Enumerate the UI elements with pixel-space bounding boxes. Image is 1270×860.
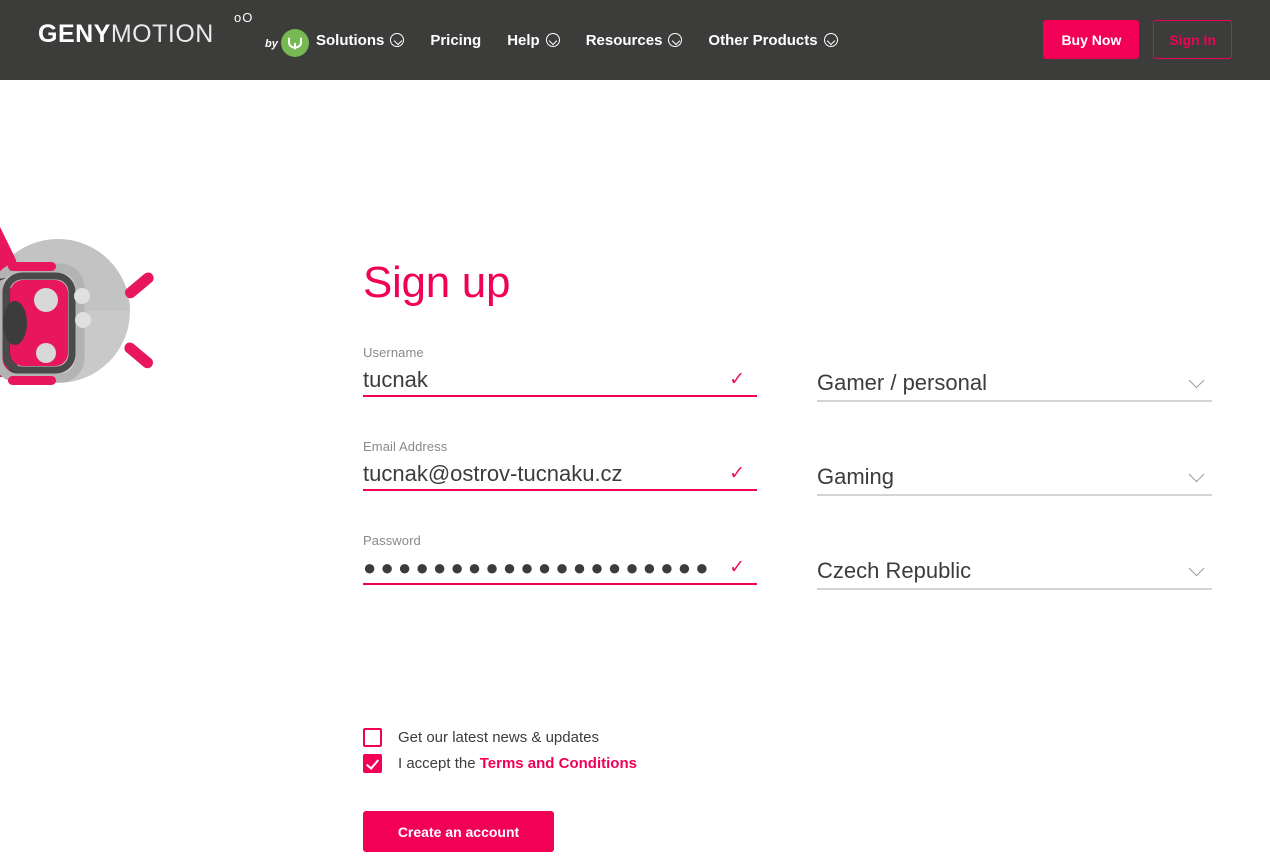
newsletter-label: Get our latest news & updates [398, 729, 599, 746]
account-type-select-group: Gamer / personal [817, 366, 1212, 402]
terms-checkbox[interactable] [363, 754, 382, 773]
account-type-select[interactable]: Gamer / personal [817, 366, 1212, 402]
genymobile-bull-icon [281, 29, 309, 57]
logo-by-label: by [265, 38, 278, 50]
newsletter-checkbox-row[interactable]: Get our latest news & updates [363, 728, 637, 747]
chevron-down-circle-icon [545, 33, 560, 47]
nav-label-help: Help [507, 31, 540, 49]
create-account-button[interactable]: Create an account [363, 811, 554, 852]
valid-check-icon: ✓ [729, 462, 745, 484]
buy-now-button[interactable]: Buy Now [1043, 20, 1140, 59]
chevron-down-circle-icon [668, 33, 683, 47]
terms-checkbox-row[interactable]: I accept the Terms and Conditions [363, 754, 637, 773]
chevron-down-circle-icon [390, 33, 405, 47]
nav-label-solutions: Solutions [316, 31, 385, 49]
nav-item-pricing[interactable]: Pricing [430, 32, 481, 49]
site-logo[interactable]: GENYMOTION oO by [38, 10, 309, 57]
terms-label-prefix: I accept the [398, 755, 480, 772]
signup-form-left-column: Username ✓ Email Address ✓ Password ●●●●… [363, 345, 757, 585]
country-value: Czech Republic [817, 558, 972, 583]
logo-wordmark: GENYMOTION [38, 22, 214, 47]
nav-label-other-products: Other Products [708, 31, 818, 49]
country-select-group: Czech Republic [817, 554, 1212, 590]
country-select[interactable]: Czech Republic [817, 554, 1212, 590]
newsletter-checkbox[interactable] [363, 728, 382, 747]
password-input-row[interactable]: ●●●●●●●●●●●●●●●●●●●● ✓ [363, 552, 757, 585]
email-label: Email Address [363, 439, 448, 454]
nav-item-resources[interactable]: Resources [586, 32, 683, 49]
logo-motion: MOTION [110, 20, 214, 48]
nav-item-solutions[interactable]: Solutions [316, 31, 405, 49]
password-input[interactable]: ●●●●●●●●●●●●●●●●●●●● [363, 553, 713, 583]
email-input[interactable] [363, 458, 757, 489]
logo-dots-icon: oO [234, 10, 254, 25]
industry-select-group: Gaming [817, 460, 1212, 496]
chevron-down-icon [1188, 560, 1205, 576]
industry-value: Gaming [817, 464, 895, 489]
chevron-down-icon [1188, 372, 1205, 388]
main-navigation: Solutions Pricing Help Resources Other P… [316, 0, 838, 80]
site-header: GENYMOTION oO by Solutions Pricing Help … [0, 0, 1270, 80]
logo-geny: GENY [38, 20, 111, 48]
valid-check-icon: ✓ [729, 556, 745, 578]
username-input-row[interactable]: ✓ [363, 364, 757, 397]
terms-label: I accept the Terms and Conditions [398, 755, 637, 772]
chevron-down-icon [1188, 466, 1205, 482]
valid-check-icon: ✓ [729, 368, 745, 390]
password-field-group: Password ●●●●●●●●●●●●●●●●●●●● ✓ [363, 533, 757, 585]
genymotion-android-illustration-icon [0, 178, 160, 408]
signup-page: Sign up Username ✓ Email Address ✓ Passw… [0, 80, 1270, 860]
password-label: Password [363, 533, 421, 548]
industry-select[interactable]: Gaming [817, 460, 1212, 496]
terms-and-conditions-link[interactable]: Terms and Conditions [480, 755, 637, 772]
username-input[interactable] [363, 364, 757, 395]
nav-item-help[interactable]: Help [507, 32, 560, 49]
nav-label-pricing: Pricing [430, 31, 482, 49]
nav-label-resources: Resources [585, 31, 663, 49]
sign-in-button[interactable]: Sign In [1153, 20, 1232, 59]
chevron-down-circle-icon [823, 33, 838, 47]
username-label: Username [363, 345, 424, 360]
signup-form-right-column: Gamer / personal Gaming Czech Republic [817, 366, 1212, 590]
account-type-value: Gamer / personal [817, 370, 987, 395]
email-field-group: Email Address ✓ [363, 439, 757, 491]
username-field-group: Username ✓ [363, 345, 757, 397]
nav-item-other-products[interactable]: Other Products [708, 31, 838, 49]
signup-checkbox-group: Get our latest news & updates I accept t… [363, 728, 637, 780]
header-actions: Buy Now Sign In [1043, 20, 1232, 59]
email-input-row[interactable]: ✓ [363, 458, 757, 491]
page-title: Sign up [363, 258, 511, 308]
